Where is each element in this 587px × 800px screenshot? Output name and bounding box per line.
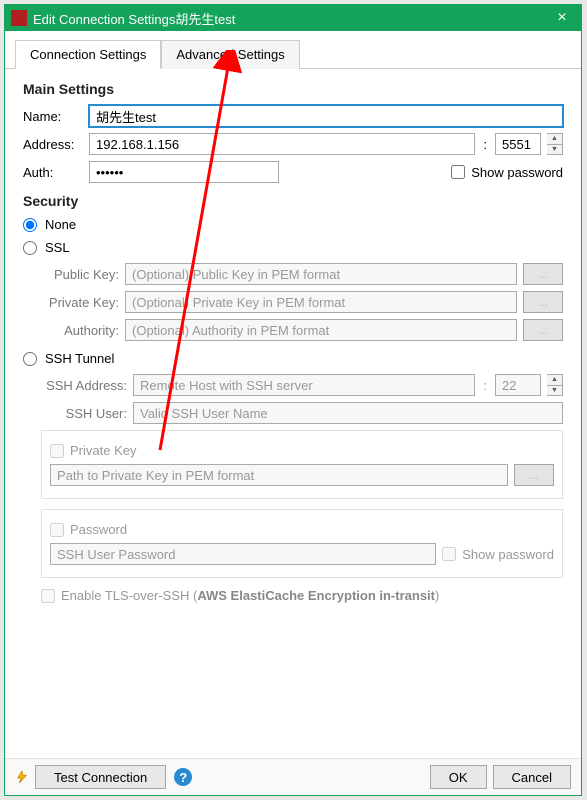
port-input[interactable] [495,133,541,155]
address-port-separator: : [481,137,489,152]
address-input[interactable] [89,133,475,155]
ssh-show-password-label: Show password [462,547,554,562]
help-icon[interactable]: ? [174,768,192,786]
window-title: Edit Connection Settings胡先生test [33,9,235,28]
cancel-button[interactable]: Cancel [493,765,571,789]
address-label: Address: [23,137,83,152]
name-input[interactable] [89,105,563,127]
ssh-private-key-checkbox [50,444,64,458]
public-key-label: Public Key: [41,267,119,282]
ssh-private-key-browse-button: ... [514,464,554,486]
auth-label: Auth: [23,165,83,180]
ssh-user-input [133,402,563,424]
security-heading: Security [23,193,563,209]
ssh-address-label: SSH Address: [41,378,127,393]
ssh-port-spinner: ▲▼ [547,374,563,396]
private-key-browse-button: ... [523,291,563,313]
public-key-input [125,263,517,285]
ssh-private-key-label: Private Key [70,443,136,458]
tls-over-ssh-checkbox [41,589,55,603]
security-ssl-label: SSL [45,240,70,255]
tls-over-ssh-label: Enable TLS-over-SSH (AWS ElastiCache Enc… [61,588,439,603]
ssh-port-input [495,374,541,396]
ssh-private-key-path-input [50,464,508,486]
app-icon [11,10,27,26]
security-ssl-radio[interactable] [23,241,37,255]
ssh-password-input [50,543,436,565]
security-none-radio[interactable] [23,218,37,232]
authority-input [125,319,517,341]
tab-advanced-settings[interactable]: Advanced Settings [161,40,299,69]
security-none-label: None [45,217,76,232]
tab-connection-settings[interactable]: Connection Settings [15,40,161,69]
main-settings-heading: Main Settings [23,81,563,97]
titlebar: Edit Connection Settings胡先生test × [5,5,581,31]
ssh-password-label: Password [70,522,127,537]
private-key-input [125,291,517,313]
security-ssh-radio[interactable] [23,352,37,366]
authority-label: Authority: [41,323,119,338]
auth-input[interactable] [89,161,279,183]
close-icon[interactable]: × [543,5,581,31]
port-spinner[interactable]: ▲▼ [547,133,563,155]
ssh-show-password-checkbox [442,547,456,561]
tab-bar: Connection Settings Advanced Settings [5,31,581,69]
test-connection-button[interactable]: Test Connection [35,765,166,789]
private-key-label: Private Key: [41,295,119,310]
ssh-password-checkbox [50,523,64,537]
authority-browse-button: ... [523,319,563,341]
ssh-port-separator: : [481,378,489,393]
dialog-window: Edit Connection Settings胡先生test × Connec… [4,4,582,796]
show-password-label: Show password [471,165,563,180]
public-key-browse-button: ... [523,263,563,285]
dialog-content: Main Settings Name: Address: : ▲▼ Auth: … [5,69,581,758]
dialog-footer: Test Connection ? OK Cancel [5,758,581,795]
name-label: Name: [23,109,83,124]
security-ssh-label: SSH Tunnel [45,351,114,366]
ok-button[interactable]: OK [430,765,487,789]
ssh-address-input [133,374,475,396]
lightning-icon [15,770,29,784]
ssh-user-label: SSH User: [41,406,127,421]
show-password-checkbox[interactable] [451,165,465,179]
